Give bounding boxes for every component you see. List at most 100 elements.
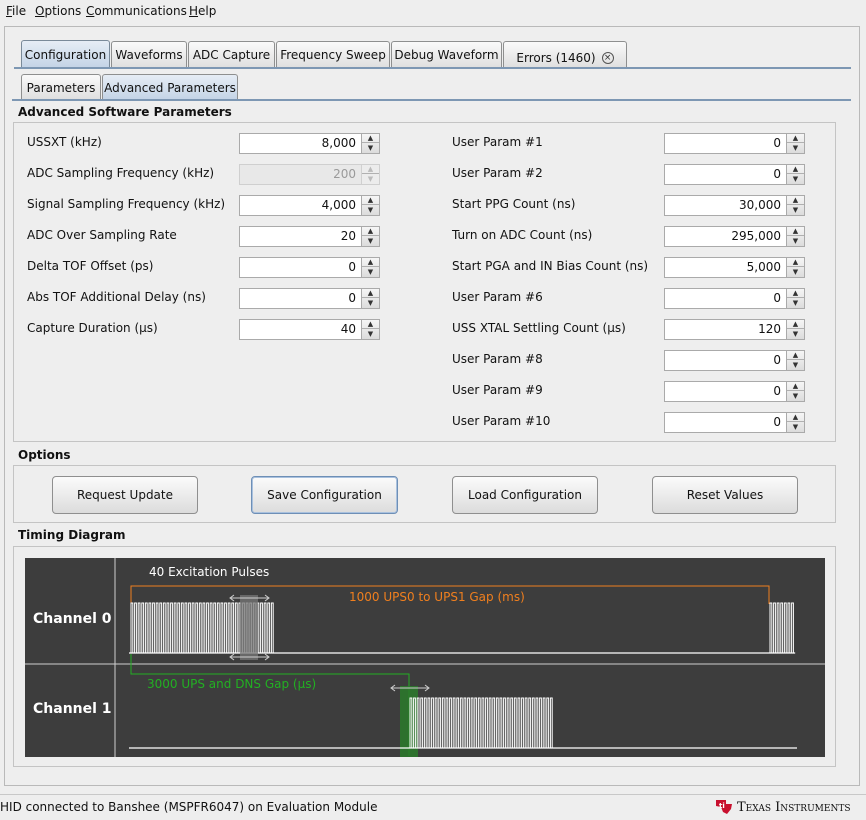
left-param-spinner[interactable]: 8,000 ▲ ▼ — [239, 133, 380, 154]
spinner-value[interactable]: 8,000 — [240, 134, 360, 153]
spinner-up-icon[interactable]: ▲ — [787, 227, 804, 236]
spinner-value[interactable]: 0 — [665, 165, 785, 184]
spinner-down-icon[interactable]: ▼ — [787, 329, 804, 338]
gap-label: 1000 UPS0 to UPS1 Gap (ms) — [349, 590, 525, 604]
spinner-down-icon[interactable]: ▼ — [787, 236, 804, 245]
left-param-label: USSXT (kHz) — [27, 135, 102, 149]
spinner-up-icon[interactable]: ▲ — [787, 320, 804, 329]
menu-file[interactable]: File — [6, 4, 26, 18]
spinner-value[interactable]: 0 — [665, 413, 785, 432]
save-configuration-button[interactable]: Save Configuration — [251, 476, 398, 514]
spinner-value[interactable]: 0 — [240, 289, 360, 308]
left-param-spinner[interactable]: 40 ▲ ▼ — [239, 319, 380, 340]
spinner-down-icon[interactable]: ▼ — [362, 236, 379, 245]
left-param-spinner[interactable]: 20 ▲ ▼ — [239, 226, 380, 247]
spinner-up-icon[interactable]: ▲ — [787, 196, 804, 205]
spinner-up-icon[interactable]: ▲ — [787, 289, 804, 298]
spinner-up-icon[interactable]: ▲ — [362, 227, 379, 236]
right-param-label: USS XTAL Settling Count (µs) — [452, 321, 626, 335]
left-param-label: ADC Sampling Frequency (kHz) — [27, 166, 215, 180]
menu-bar: File Options Communications Help — [0, 0, 866, 24]
spinner-down-icon[interactable]: ▼ — [362, 329, 379, 338]
right-param-spinner[interactable]: 0 ▲ ▼ — [664, 288, 805, 309]
spinner-down-icon[interactable]: ▼ — [787, 267, 804, 276]
spinner-value[interactable]: 120 — [665, 320, 785, 339]
spinner-buttons: ▲ ▼ — [361, 227, 379, 246]
ti-logo: ti Texas Instruments — [714, 798, 851, 816]
spinner-down-icon[interactable]: ▼ — [787, 360, 804, 369]
spinner-down-icon[interactable]: ▼ — [787, 174, 804, 183]
left-param-label: Abs TOF Additional Delay (ns) — [27, 290, 206, 304]
subtab-separator — [12, 99, 851, 101]
right-param-spinner[interactable]: 0 ▲ ▼ — [664, 350, 805, 371]
spinner-value[interactable]: 4,000 — [240, 196, 360, 215]
spinner-down-icon[interactable]: ▼ — [787, 422, 804, 431]
spinner-down-icon[interactable]: ▼ — [362, 267, 379, 276]
spinner-value[interactable]: 0 — [665, 134, 785, 153]
right-param-spinner[interactable]: 295,000 ▲ ▼ — [664, 226, 805, 247]
spinner-down-icon[interactable]: ▼ — [362, 205, 379, 214]
right-param-spinner[interactable]: 5,000 ▲ ▼ — [664, 257, 805, 278]
spinner-up-icon[interactable]: ▲ — [362, 320, 379, 329]
spinner-down-icon[interactable]: ▼ — [362, 298, 379, 307]
left-param-spinner[interactable]: 0 ▲ ▼ — [239, 288, 380, 309]
load-configuration-button[interactable]: Load Configuration — [452, 476, 598, 514]
ti-brand-text: Texas Instruments — [737, 799, 851, 815]
spinner-up-icon[interactable]: ▲ — [362, 196, 379, 205]
tab-configuration[interactable]: Configuration — [21, 40, 110, 68]
spinner-up-icon[interactable]: ▲ — [787, 382, 804, 391]
right-param-spinner[interactable]: 120 ▲ ▼ — [664, 319, 805, 340]
spinner-value[interactable]: 40 — [240, 320, 360, 339]
tab-waveforms[interactable]: Waveforms — [111, 41, 187, 68]
tab-frequency-sweep-label: Frequency Sweep — [280, 48, 386, 62]
left-param-label: ADC Over Sampling Rate — [27, 228, 177, 242]
spinner-up-icon[interactable]: ▲ — [787, 413, 804, 422]
spinner-value[interactable]: 0 — [665, 382, 785, 401]
tab-debug-waveform[interactable]: Debug Waveform — [391, 41, 502, 68]
spinner-value[interactable]: 5,000 — [665, 258, 785, 277]
close-icon[interactable]: × — [601, 52, 614, 64]
menu-options[interactable]: Options — [35, 4, 81, 18]
spinner-up-icon[interactable]: ▲ — [362, 258, 379, 267]
spinner-value[interactable]: 30,000 — [665, 196, 785, 215]
pulse-train — [769, 602, 796, 654]
spinner-buttons: ▲ ▼ — [361, 320, 379, 339]
reset-values-button[interactable]: Reset Values — [652, 476, 798, 514]
channel-0-end-pulses — [769, 602, 796, 654]
spinner-up-icon[interactable]: ▲ — [362, 134, 379, 143]
spinner-value[interactable]: 20 — [240, 227, 360, 246]
subtab-advanced-parameters[interactable]: Advanced Parameters — [102, 74, 238, 100]
spinner-down-icon[interactable]: ▼ — [787, 205, 804, 214]
spinner-value[interactable]: 0 — [665, 289, 785, 308]
right-param-spinner[interactable]: 0 ▲ ▼ — [664, 133, 805, 154]
channel-1-pulses — [409, 697, 554, 749]
spinner-up-icon[interactable]: ▲ — [787, 134, 804, 143]
spinner-down-icon[interactable]: ▼ — [362, 143, 379, 152]
tab-errors[interactable]: Errors (1460) × — [503, 41, 627, 68]
left-param-label: Capture Duration (µs) — [27, 321, 158, 335]
right-param-spinner[interactable]: 0 ▲ ▼ — [664, 164, 805, 185]
left-param-spinner[interactable]: 4,000 ▲ ▼ — [239, 195, 380, 216]
request-update-button[interactable]: Request Update — [52, 476, 198, 514]
spinner-up-icon[interactable]: ▲ — [787, 165, 804, 174]
spinner-value[interactable]: 295,000 — [665, 227, 785, 246]
menu-help[interactable]: Help — [189, 4, 216, 18]
spinner-down-icon[interactable]: ▼ — [787, 298, 804, 307]
subtab-parameters[interactable]: Parameters — [21, 74, 101, 100]
spinner-down-icon[interactable]: ▼ — [787, 391, 804, 400]
tab-frequency-sweep[interactable]: Frequency Sweep — [276, 41, 390, 68]
right-param-spinner[interactable]: 0 ▲ ▼ — [664, 381, 805, 402]
left-param-spinner[interactable]: 0 ▲ ▼ — [239, 257, 380, 278]
spinner-up-icon[interactable]: ▲ — [787, 258, 804, 267]
spinner-up-icon[interactable]: ▲ — [787, 351, 804, 360]
right-param-label: User Param #9 — [452, 383, 543, 397]
right-param-spinner[interactable]: 0 ▲ ▼ — [664, 412, 805, 433]
spinner-up-icon[interactable]: ▲ — [362, 289, 379, 298]
right-param-spinner[interactable]: 30,000 ▲ ▼ — [664, 195, 805, 216]
right-param-label: User Param #10 — [452, 414, 551, 428]
spinner-value[interactable]: 0 — [665, 351, 785, 370]
tab-adc-capture[interactable]: ADC Capture — [188, 41, 275, 68]
menu-communications[interactable]: Communications — [86, 4, 187, 18]
spinner-down-icon[interactable]: ▼ — [787, 143, 804, 152]
spinner-value[interactable]: 0 — [240, 258, 360, 277]
